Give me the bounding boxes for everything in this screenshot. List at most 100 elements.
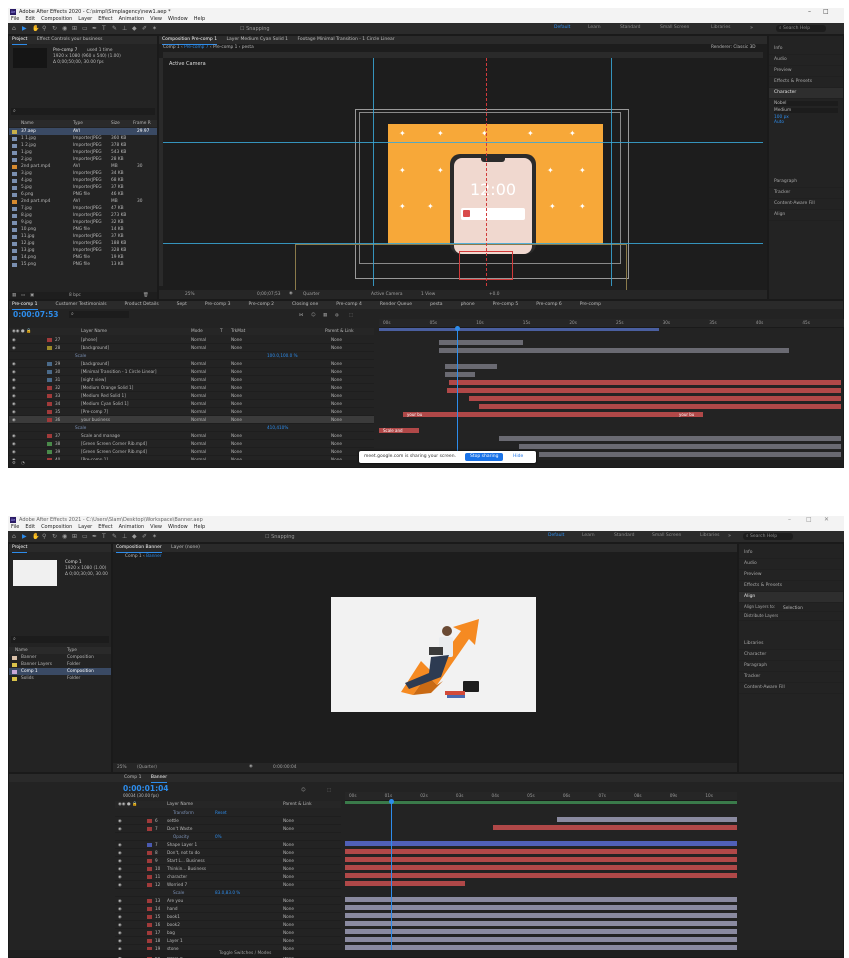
trkmat-select[interactable]: None [231,432,242,439]
timeline-tab[interactable]: Pre-comp 3 [205,301,231,309]
layer-row[interactable]: ◉33[Medium Red Solid 1]NormalNoneNone [9,392,374,400]
label-color-chip[interactable] [147,883,152,887]
layer-name[interactable]: [Green Screen Corner Rib.mp4] [81,440,147,447]
right-panel-item[interactable]: Align [769,210,843,221]
menu-window[interactable]: Window [165,16,191,23]
right-panel-item[interactable]: Info [769,44,843,55]
tab-banner[interactable]: Banner [151,774,167,783]
label-color-chip[interactable] [47,394,52,398]
time-ruler[interactable]: 00s01s02s03s04s05s06s07s08s09s10s [345,792,737,801]
timeline-tab[interactable]: Customer Testimonials [56,301,107,309]
timeline-tab[interactable]: pesta [430,301,443,309]
mode-select[interactable]: Normal [191,360,206,367]
layer-duration-bar[interactable] [469,396,841,401]
label-color-chip[interactable] [147,851,152,855]
visibility-eye-icon[interactable]: ◉ [12,336,16,343]
label-color-chip[interactable] [47,434,52,438]
timeline-tab[interactable]: Pre-comp 2 [248,301,274,309]
layer-duration-bar[interactable] [557,817,737,822]
property-row[interactable]: Scale83.0,83.0 % [115,889,341,897]
menu-file[interactable]: File [8,16,22,23]
timeline-tab[interactable]: phone [461,301,475,309]
graph-editor-icon[interactable]: ⬚ [327,788,331,793]
right-panel-item[interactable]: Effects & Presets [769,77,843,88]
layer-name[interactable]: [background] [81,360,109,367]
layer-duration-bar[interactable] [345,881,465,886]
file-row[interactable]: 8.jpgImporterJPEG273 KB [9,212,157,219]
visibility-eye-icon[interactable]: ◉ [12,384,16,391]
right-panel-item[interactable]: Tracker [769,188,843,199]
timeline-timecode[interactable]: 0:00:07:53 [13,310,59,319]
parent-select[interactable]: None [283,873,294,880]
camera-tool-icon[interactable]: ◉ [62,533,67,540]
workspace-overflow-icon[interactable]: » [728,533,731,539]
graph-editor-icon[interactable]: ⬚ [349,313,353,318]
right-panel-item[interactable]: Character [769,88,843,99]
type-tool-icon[interactable]: T [102,25,106,32]
layer-duration-bar[interactable] [539,452,841,457]
property-name[interactable]: Opacity [173,833,189,840]
file-row[interactable]: 12.jpgImporterJPEG188 KB [9,240,157,247]
menu-help[interactable]: Help [191,524,208,531]
parent-select[interactable]: None [283,929,294,936]
layer-duration-bar[interactable] [345,849,737,854]
parent-select[interactable]: None [283,825,294,832]
layer-duration-bar[interactable] [345,929,737,934]
parent-select[interactable]: None [283,817,294,824]
parent-select[interactable]: None [283,897,294,904]
file-row[interactable]: Banner LayersFolder [9,661,111,668]
workspace-learn[interactable]: Learn [582,533,595,538]
layer-duration-bar[interactable] [403,412,703,417]
parent-select[interactable]: None [331,368,342,375]
col-type[interactable]: Type [67,647,77,654]
file-row[interactable]: 3.jpgImporterJPEG34 KB [9,170,157,177]
label-color-chip[interactable] [47,402,52,406]
parent-select[interactable]: None [331,408,342,415]
layer-duration-bar[interactable] [447,388,841,393]
file-row[interactable]: 1 2.jpgImporterJPEG378 KB [9,142,157,149]
shy-icon[interactable]: ☺ [311,313,315,318]
layer-name[interactable]: your business [81,416,110,423]
layer-duration-bar[interactable] [439,348,789,353]
layer-name[interactable]: [night view] [81,376,106,383]
stamp-tool-icon[interactable]: ⊥ [122,25,127,32]
file-row[interactable]: BannerComposition [9,654,111,661]
snapping-checkbox[interactable]: ☐ Snapping [265,534,295,540]
resolution-select[interactable]: (Quarter) [137,765,157,770]
label-color-chip[interactable] [47,346,52,350]
right-panel-item[interactable]: Content-Aware Fill [739,683,843,694]
file-row[interactable]: Comp 1Composition [9,668,111,675]
layer-duration-bar[interactable] [345,857,737,862]
timeline-search-input[interactable]: ⌕ [69,311,129,318]
layer-row[interactable]: ◉30[Minimal Transition - 1 Circle Linear… [9,368,374,376]
layer-name[interactable]: [Green Screen Corner Rib.mp4] [81,448,147,455]
right-panel-item[interactable]: Info [739,548,843,559]
tab-comp-1[interactable]: Comp 1 [124,774,141,782]
workspace-overflow-icon[interactable]: » [750,25,753,31]
timeline-tab[interactable]: Closing one [292,301,318,309]
visibility-eye-icon[interactable]: ◉ [12,376,16,383]
parent-select[interactable]: None [331,400,342,407]
label-color-chip[interactable] [47,370,52,374]
menu-view[interactable]: View [147,16,165,23]
layer-duration-bar[interactable] [345,905,737,910]
label-color-chip[interactable] [147,843,152,847]
tab-footage[interactable]: Footage Minimal Transition - 1 Circle Li… [297,36,394,44]
layer-name[interactable]: character [167,873,187,880]
pan-tool-icon[interactable]: ⊞ [72,25,77,32]
layer-duration-bar[interactable] [449,380,841,385]
zoom-tool-icon[interactable]: ⚲ [42,533,46,540]
parent-select[interactable]: None [331,440,342,447]
layer-row[interactable]: ◉11characterNone [115,873,341,881]
tab-project[interactable]: Project [12,544,27,553]
menu-composition[interactable]: Composition [38,16,75,23]
layer-row[interactable]: ◉31[night view]NormalNoneNone [9,376,374,384]
parent-select[interactable]: None [283,857,294,864]
layer-duration-bar[interactable] [345,873,737,878]
roto-tool-icon[interactable]: ✐ [142,533,147,540]
property-name[interactable]: Scale [75,352,86,359]
timeline-tab[interactable]: Pre-comp [580,301,601,309]
visibility-eye-icon[interactable]: ◉ [12,432,16,439]
mode-select[interactable]: Normal [191,376,206,383]
crumb-precomp-7[interactable]: Pre-comp 7 [184,45,208,50]
